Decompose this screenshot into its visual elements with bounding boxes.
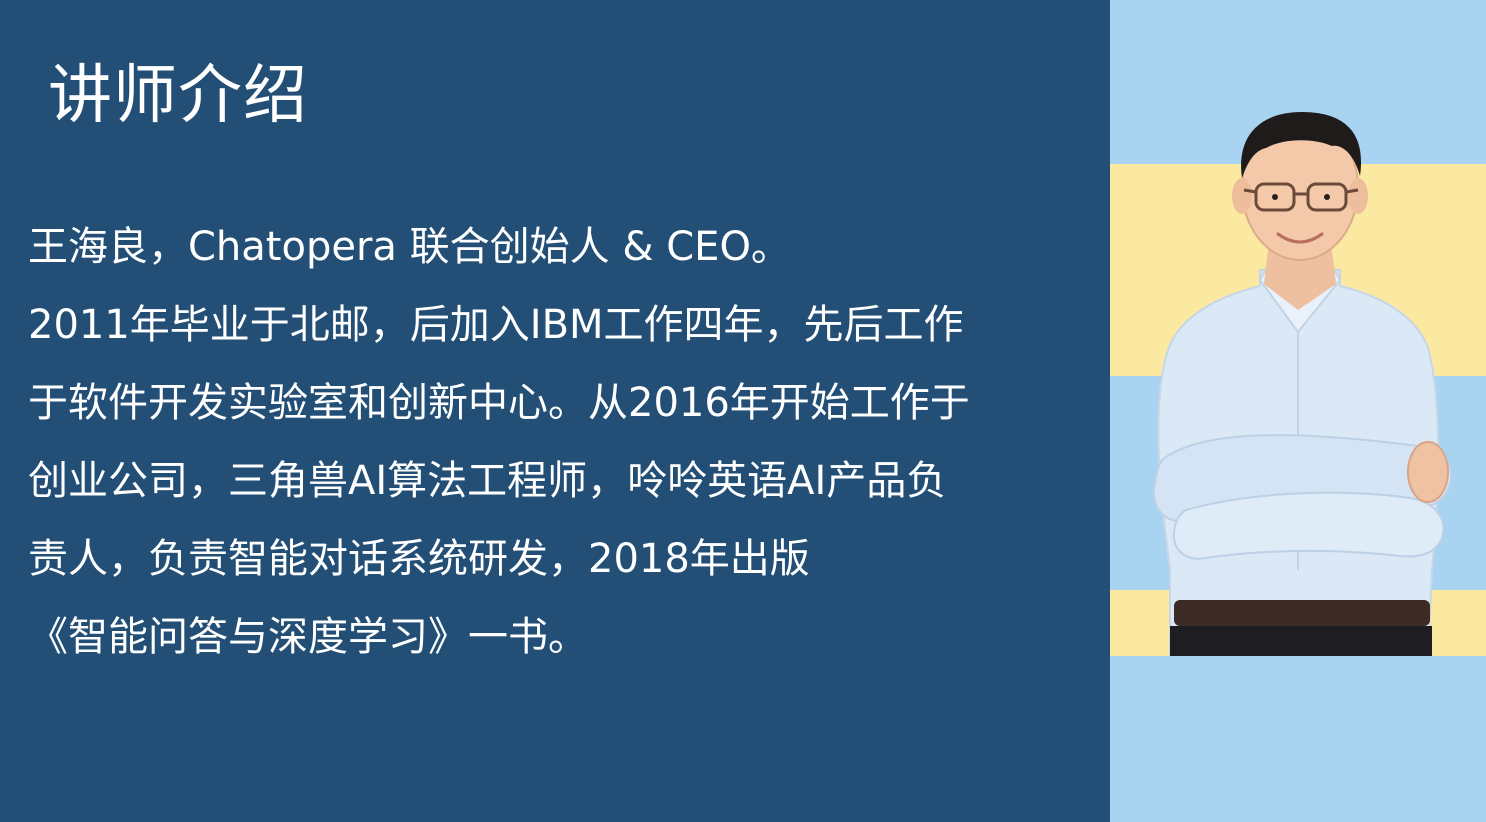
trousers (1170, 626, 1432, 656)
photo-panel (1110, 0, 1486, 822)
arm-shape (1172, 491, 1445, 560)
bio-line: 王海良，Chatopera 联合创始人 & CEO。 (28, 224, 791, 270)
bio-line: 2011年毕业于北邮，后加入IBM工作四年，先后工作 (28, 302, 964, 348)
bio-line: 责人，负责智能对话系统研发，2018年出版 (28, 536, 810, 582)
speaker-bio: 王海良，Chatopera 联合创始人 & CEO。 2011年毕业于北邮，后加… (28, 208, 1068, 676)
content-panel: 讲师介绍 王海良，Chatopera 联合创始人 & CEO。 2011年毕业于… (0, 0, 1110, 822)
speaker-portrait (1152, 112, 1453, 656)
slide-title: 讲师介绍 (48, 59, 308, 133)
bio-line: 于软件开发实验室和创新中心。从2016年开始工作于 (28, 380, 970, 426)
bio-line: 创业公司，三角兽AI算法工程师，呤呤英语AI产品负 (28, 458, 947, 504)
bio-line: 《智能问答与深度学习》一书。 (28, 614, 588, 660)
belt (1174, 600, 1430, 626)
